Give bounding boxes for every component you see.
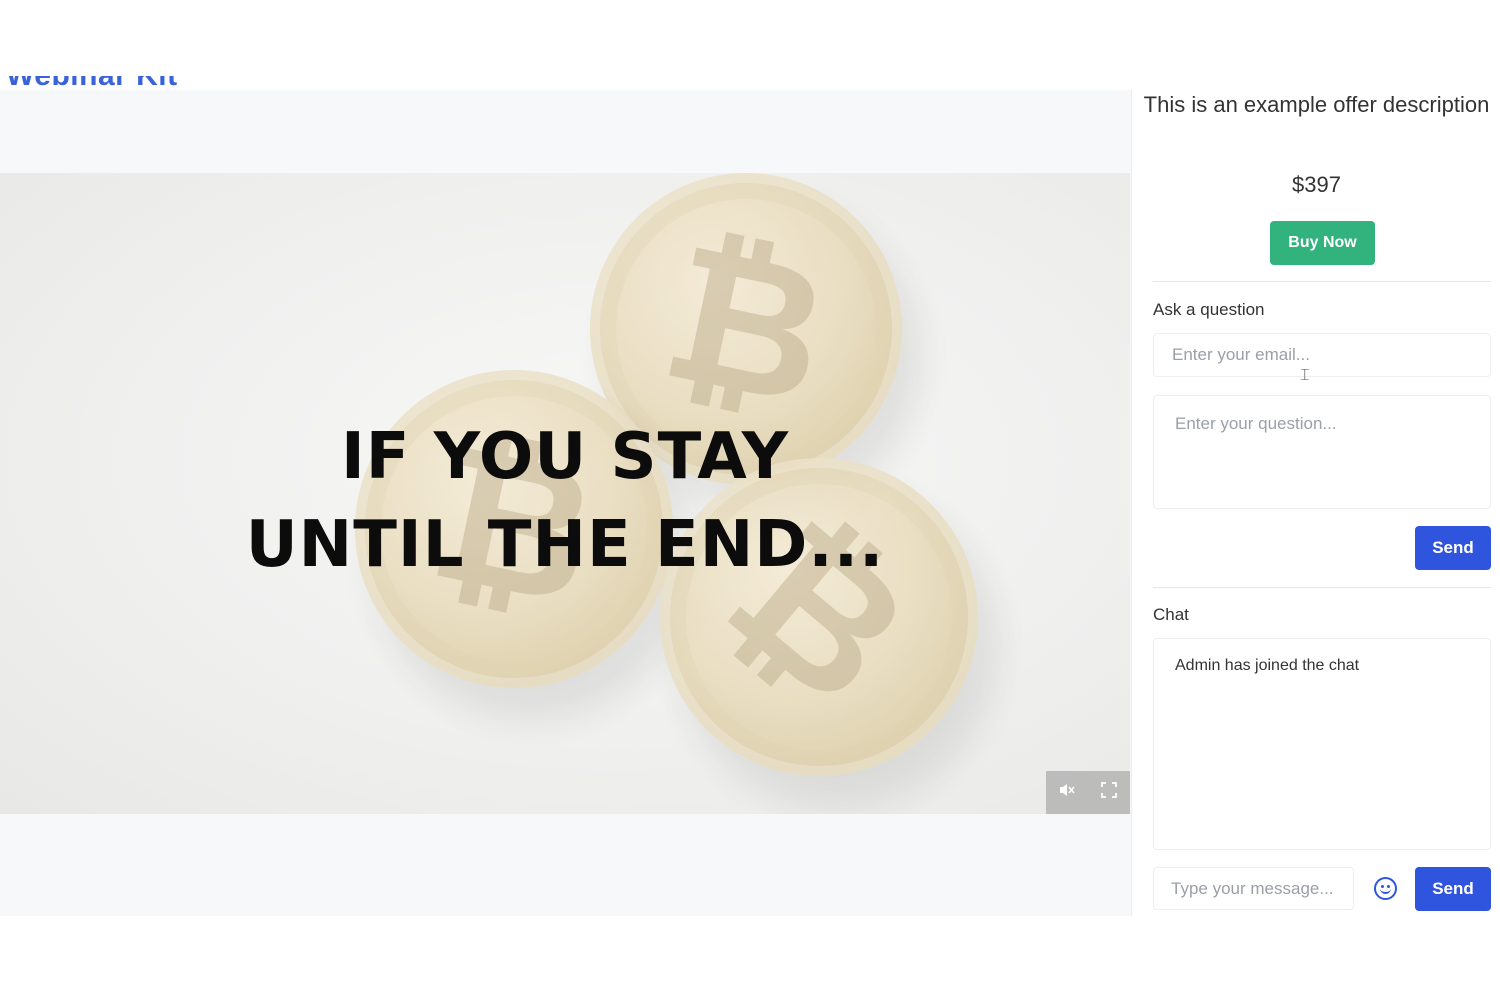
text-cursor-icon: ⌶ — [1300, 367, 1310, 384]
fullscreen-icon[interactable] — [1101, 782, 1117, 803]
chat-message-input[interactable]: Type your message... — [1153, 867, 1354, 910]
chat-heading: Chat — [1153, 605, 1189, 624]
webinar-page: Webinar Kit IF YOU STAY UNTIL THE END...… — [0, 76, 1500, 916]
emoji-icon[interactable] — [1374, 877, 1397, 900]
divider — [1153, 281, 1491, 282]
email-field[interactable]: Enter your email... — [1153, 333, 1491, 377]
headline-line-1: IF YOU STAY — [340, 420, 790, 494]
offer-price: $397 — [1292, 172, 1341, 197]
ask-question-heading: Ask a question — [1153, 300, 1265, 319]
mute-icon[interactable] — [1059, 782, 1075, 803]
offer-description: This is an example offer description — [1143, 92, 1490, 117]
chat-message: Admin has joined the chat — [1175, 657, 1360, 674]
send-chat-button[interactable]: Send — [1415, 867, 1491, 911]
brand-logo[interactable]: Webinar Kit — [6, 76, 178, 96]
divider — [1153, 587, 1491, 588]
video-player[interactable]: IF YOU STAY UNTIL THE END... — [0, 173, 1130, 814]
send-question-button[interactable]: Send — [1415, 526, 1491, 570]
video-controls — [1046, 771, 1130, 814]
chat-messages: Admin has joined the chat — [1153, 638, 1491, 850]
video-headline: IF YOU STAY UNTIL THE END... — [0, 413, 1130, 589]
question-textarea[interactable]: Enter your question... — [1153, 395, 1491, 509]
buy-now-button[interactable]: Buy Now — [1270, 221, 1375, 265]
offer-chat-sidebar: This is an example offer description $39… — [1131, 90, 1500, 916]
headline-line-2: UNTIL THE END... — [245, 508, 885, 582]
